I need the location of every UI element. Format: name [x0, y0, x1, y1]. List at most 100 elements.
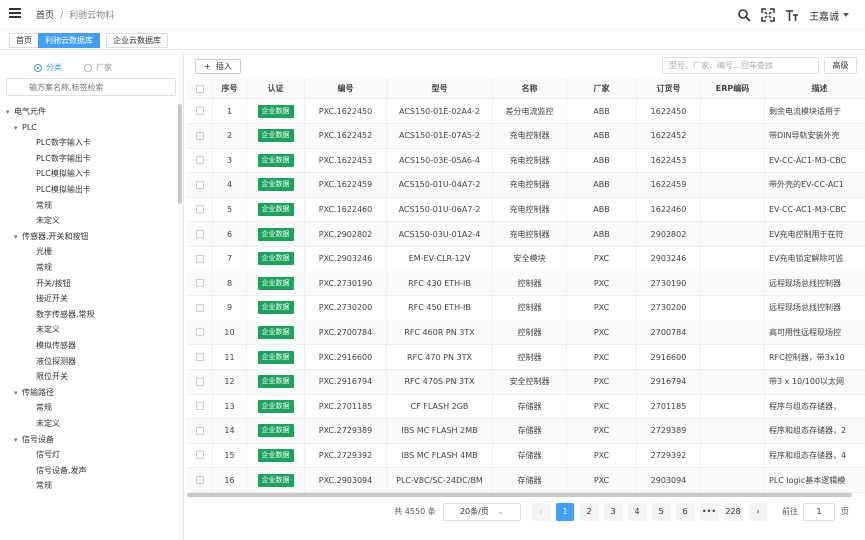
row-checkbox[interactable]: [187, 345, 213, 369]
tree-node[interactable]: 未定义: [28, 416, 60, 431]
checkbox-icon[interactable]: [195, 303, 204, 312]
tree-node[interactable]: ▾ 传感器,开关和按钮: [14, 229, 89, 244]
user-menu-caret-icon[interactable]: [843, 13, 849, 17]
tree-node[interactable]: 信号设备,发声: [28, 463, 87, 478]
checkbox-icon[interactable]: [195, 131, 204, 140]
table-row[interactable]: 13 企业数据 PXC.2701185 CF FLASH 2GB 存储器 PXC 27011…: [187, 394, 865, 420]
page-button[interactable]: 1: [556, 503, 574, 521]
tree-node[interactable]: 开关/按钮: [28, 276, 71, 291]
page-button[interactable]: 228: [724, 503, 742, 521]
row-checkbox[interactable]: [187, 468, 213, 492]
table-row[interactable]: 12 企业数据 PXC.2916794 RFC 470S PN 3TX 安全控制器 PXC…: [187, 369, 865, 395]
fullscreen-icon[interactable]: [761, 8, 775, 22]
tree-node[interactable]: PLC模拟输入卡: [28, 166, 91, 181]
tree-node[interactable]: 常规: [28, 198, 52, 213]
checkbox-icon[interactable]: [195, 476, 204, 484]
table-row[interactable]: 11 企业数据 PXC.2916600 RFC 470 PN 3TX 控制器 PXC 291…: [187, 345, 865, 370]
tree-node[interactable]: 限位开关: [28, 369, 68, 384]
tree-node[interactable]: 信号灯: [28, 447, 60, 462]
checkbox-icon[interactable]: [195, 107, 204, 115]
row-checkbox[interactable]: [187, 320, 213, 345]
user-name[interactable]: 王嘉诚: [809, 8, 839, 23]
tree-node[interactable]: ▾ 传输路径: [14, 385, 54, 400]
row-checkbox[interactable]: [187, 369, 213, 394]
table-row[interactable]: 14 企业数据 PXC.2729389 IBS MC FLASH 2MB 存储器 PXC 2…: [187, 418, 865, 444]
table-row[interactable]: 5 企业数据 PXC.1622460 ACS150-01U-06A7-2 充电控制器 AB…: [187, 197, 865, 223]
row-checkbox[interactable]: [187, 148, 213, 173]
next-page-button[interactable]: ›: [749, 503, 767, 521]
page-button[interactable]: 6: [676, 503, 694, 521]
tree-node[interactable]: 数字传感器,常规: [28, 307, 95, 322]
radio-category[interactable]: 分类: [34, 62, 62, 73]
tree-node[interactable]: PLC数字输入卡: [28, 135, 91, 150]
table-row[interactable]: 4 企业数据 PXC.1622459 ACS150-01U-04A7-2 充电控制器 AB…: [187, 172, 865, 198]
tab-home[interactable]: 首页: [9, 33, 39, 48]
tree-node[interactable]: PLC模拟输出卡: [28, 182, 91, 197]
page-size-select[interactable]: 20条/页 ⌄: [443, 503, 521, 521]
checkbox-icon[interactable]: [195, 328, 204, 337]
table-horizontal-scrollbar[interactable]: [187, 493, 852, 497]
checkbox-icon[interactable]: [195, 230, 204, 238]
font-size-icon[interactable]: [785, 8, 799, 22]
tree-node[interactable]: 接近开关: [28, 291, 68, 306]
tab-enterprise-cloud-db[interactable]: 企业云数据库: [106, 33, 168, 48]
table-row[interactable]: 2 企业数据 PXC.1622452 ACS150-01E-07A5-2 充电控制器 AB…: [187, 123, 865, 149]
tree-node[interactable]: 常规: [28, 400, 52, 415]
page-button[interactable]: 3: [604, 503, 622, 521]
table-row[interactable]: 1 企业数据 PXC.1622450 ACS150-01E-02A4-2 差分电流监控 A…: [187, 99, 865, 124]
menu-toggle-icon[interactable]: [9, 8, 21, 20]
prev-page-button[interactable]: ‹: [532, 503, 550, 521]
table-row[interactable]: 8 企业数据 PXC.2730190 RFC 430 ETH-IB 控制器 PXC 2730…: [187, 271, 865, 297]
insert-button[interactable]: + 插入: [195, 59, 241, 74]
row-checkbox[interactable]: [187, 197, 213, 222]
page-button[interactable]: 2: [580, 503, 598, 521]
material-search-input[interactable]: 型号、厂家、编号…回车查找: [662, 57, 819, 74]
tree-search-input[interactable]: [6, 78, 176, 96]
checkbox-icon[interactable]: [195, 402, 204, 411]
checkbox-icon[interactable]: [195, 451, 204, 460]
row-checkbox[interactable]: [187, 172, 213, 197]
table-row[interactable]: 7 企业数据 PXC.2903246 EM-EV-CLR-12V 安全模块 PXC 2903…: [187, 246, 865, 272]
tab-lichi-cloud-db[interactable]: 利驰云数据库: [38, 33, 100, 48]
tree-scrollbar[interactable]: [178, 104, 182, 204]
tree-node[interactable]: 常规: [28, 478, 52, 493]
tree-node[interactable]: 未定义: [28, 213, 60, 228]
radio-vendor[interactable]: 厂家: [84, 62, 112, 73]
table-row[interactable]: 15 企业数据 PXC.2729392 IBS MC FLASH 4MB 存储器 PXC 2…: [187, 443, 865, 469]
row-checkbox[interactable]: [187, 99, 213, 123]
checkbox-icon[interactable]: [195, 84, 204, 93]
row-checkbox[interactable]: [187, 123, 213, 148]
tree-node[interactable]: ▾ 信号设备: [14, 432, 54, 447]
table-row[interactable]: 9 企业数据 PXC.2730200 RFC 450 ETH-IB 控制器 PXC 2730…: [187, 295, 865, 321]
select-all-checkbox[interactable]: [187, 79, 213, 98]
table-row[interactable]: 3 企业数据 PXC.1622453 ACS150-03E-05A6-4 充电控制器 AB…: [187, 148, 865, 174]
checkbox-icon[interactable]: [195, 377, 204, 386]
tree-node[interactable]: 未定义: [28, 322, 60, 337]
table-row[interactable]: 16 企业数据 PXC.2903094 PLC-V8C/SC-24DC/BM 存储器 PX…: [187, 468, 865, 493]
tree-node[interactable]: 模拟传感器: [28, 338, 76, 353]
checkbox-icon[interactable]: [195, 353, 204, 361]
more-pages-icon[interactable]: •••: [700, 503, 718, 521]
table-row[interactable]: 10 企业数据 PXC.2700784 RFC 460R PN 3TX 控制器 PXC 27…: [187, 320, 865, 346]
row-checkbox[interactable]: [187, 271, 213, 296]
row-checkbox[interactable]: [187, 222, 213, 246]
tree-node[interactable]: PLC数字输出卡: [28, 151, 91, 166]
advanced-search-button[interactable]: 高级: [824, 57, 857, 74]
tree-node[interactable]: 常规: [28, 260, 52, 275]
row-checkbox[interactable]: [187, 246, 213, 271]
tree-node[interactable]: ▾ PLC: [14, 120, 37, 135]
breadcrumb-home[interactable]: 首页: [36, 11, 54, 21]
row-checkbox[interactable]: [187, 394, 213, 419]
tree-node[interactable]: 液位探测器: [28, 354, 76, 369]
search-icon[interactable]: [737, 8, 751, 22]
checkbox-icon[interactable]: [195, 254, 204, 263]
table-row[interactable]: 6 企业数据 PXC.2902802 ACS150-03U-01A2-4 充电控制器 AB…: [187, 222, 865, 247]
row-checkbox[interactable]: [187, 418, 213, 443]
checkbox-icon[interactable]: [195, 156, 204, 165]
checkbox-icon[interactable]: [195, 279, 204, 288]
tree-node[interactable]: ▾ 电气元件: [6, 104, 46, 119]
checkbox-icon[interactable]: [195, 205, 204, 214]
checkbox-icon[interactable]: [195, 180, 204, 189]
goto-page-input[interactable]: 1: [803, 503, 835, 521]
checkbox-icon[interactable]: [195, 426, 204, 435]
